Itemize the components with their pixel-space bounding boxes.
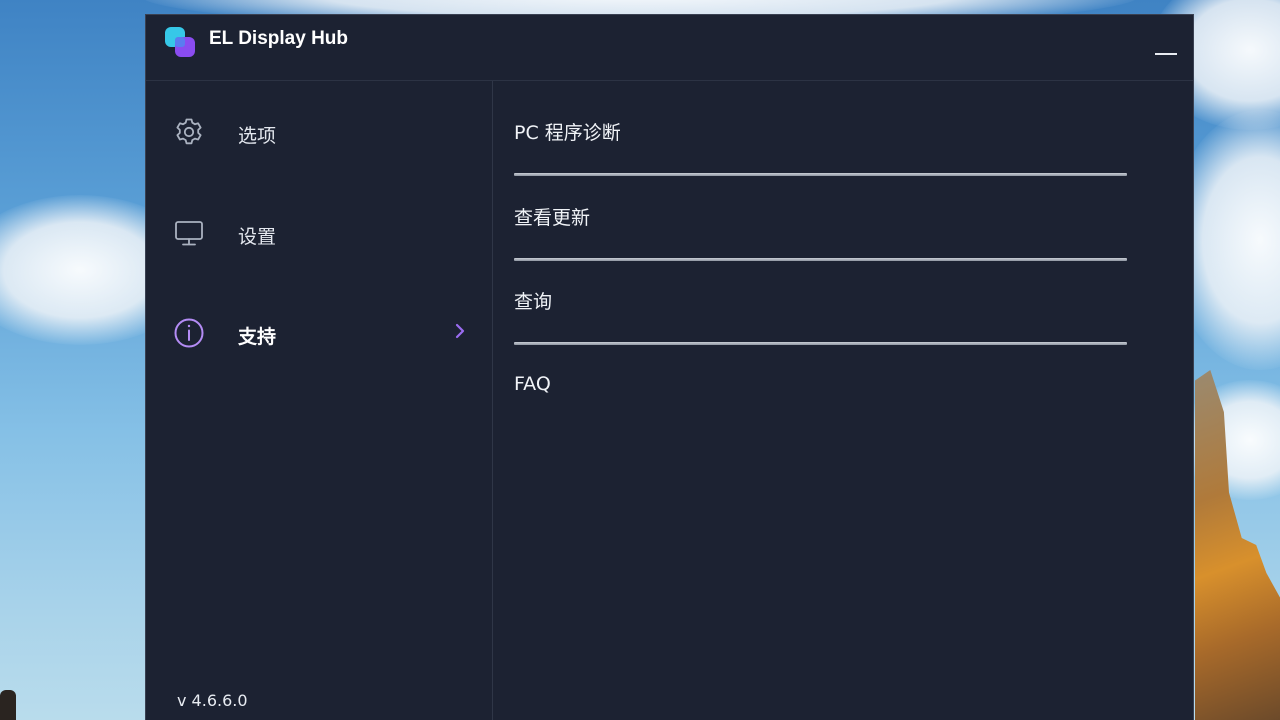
app-title: EL Display Hub [209,28,349,49]
menu-item-inquiry[interactable]: 查询 [514,287,1127,345]
divider [514,173,1127,176]
divider [514,342,1127,345]
sidebar: 选项 设置 支持 v 4.6.6.0 [146,81,493,720]
sidebar-item-label: 选项 [238,125,277,147]
app-window: EL Display Hub 选项 设置 支持 v 4.6.6.0 PC 程序诊… [145,14,1194,720]
sidebar-item-support[interactable]: 支持 [146,303,492,363]
titlebar: EL Display Hub [146,15,1193,81]
sidebar-item-options[interactable]: 选项 [146,102,492,162]
chevron-right-icon [455,323,465,339]
support-panel: PC 程序诊断 查看更新 查询 FAQ [493,81,1193,720]
version-label: v 4.6.6.0 [177,691,248,710]
menu-item-check-updates[interactable]: 查看更新 [514,203,1127,261]
sidebar-item-label: 设置 [238,226,277,248]
menu-item-label: FAQ [514,373,551,395]
menu-item-pc-diagnostics[interactable]: PC 程序诊断 [514,118,1127,176]
monitor-icon [175,221,203,246]
info-icon [174,318,204,348]
minimize-button[interactable] [1153,43,1179,65]
menu-item-label: 查看更新 [514,207,591,229]
menu-item-faq[interactable]: FAQ [514,373,1127,407]
divider [514,258,1127,261]
sidebar-item-label: 支持 [238,326,277,348]
app-logo-icon [165,27,195,57]
menu-item-label: 查询 [514,291,553,313]
minimize-icon [1155,53,1177,55]
sidebar-item-settings[interactable]: 设置 [146,203,492,263]
gear-icon [176,118,202,145]
wallpaper-person [0,690,16,720]
menu-item-label: PC 程序诊断 [514,122,621,144]
